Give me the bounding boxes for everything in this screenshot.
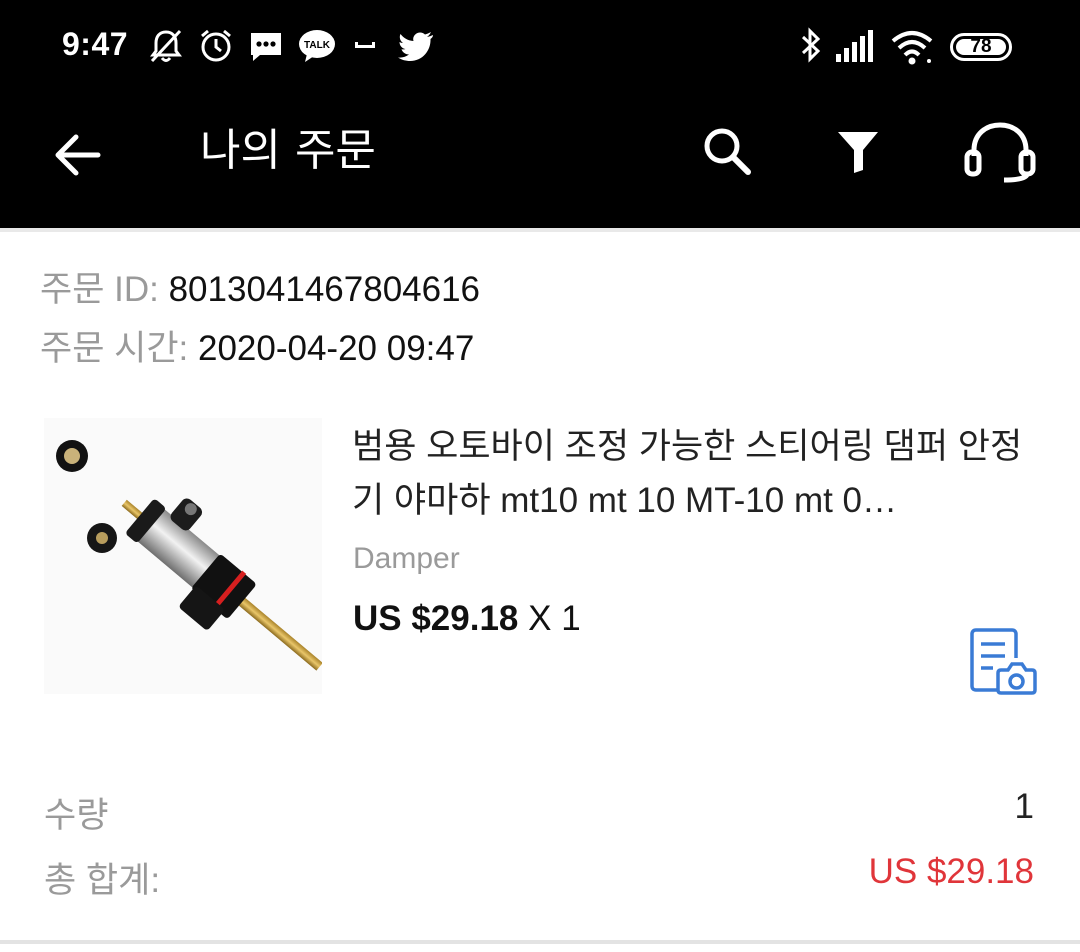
product-price: US $29.18 <box>353 599 519 638</box>
app-bar: 나의 주문 <box>0 95 1080 228</box>
kakaotalk-icon: TALK <box>299 30 335 62</box>
twitter-icon <box>398 32 433 61</box>
quantity-label: 수량 <box>44 796 109 835</box>
status-time: 9:47 <box>62 26 129 62</box>
product-price-row: US $29.18 X 1 <box>353 599 581 639</box>
receipt-camera-icon[interactable] <box>965 626 1039 698</box>
total-value: US $29.18 <box>868 852 1034 891</box>
filter-icon[interactable] <box>828 122 888 182</box>
search-icon[interactable] <box>698 122 758 182</box>
sms-icon <box>251 33 281 61</box>
quantity-value: 1 <box>1014 787 1034 826</box>
product-title[interactable]: 범용 오토바이 조정 가능한 스티어링 댐퍼 안정기 야마하 mt10 mt 1… <box>352 420 1032 528</box>
order-id-label: 주문 ID: <box>40 270 169 309</box>
product-image[interactable] <box>44 418 322 694</box>
divider <box>0 228 1080 232</box>
headset-icon[interactable] <box>960 120 1044 184</box>
battery-icon: 78 <box>950 33 1012 61</box>
signal-icon <box>836 30 873 62</box>
order-time-row: 주문 시간: 2020-04-20 09:47 <box>40 327 474 371</box>
status-bar: 9:47 TALK 78 <box>0 0 1080 95</box>
page-title: 나의 주문 <box>200 125 376 176</box>
order-id-row: 주문 ID: 8013041467804616 <box>40 268 480 312</box>
wifi-icon <box>891 31 933 65</box>
product-quantity: X 1 <box>518 599 581 638</box>
back-arrow-icon[interactable] <box>50 125 110 185</box>
battery-level: 78 <box>970 36 992 57</box>
alarm-icon <box>201 29 231 62</box>
mute-bell-icon <box>150 29 182 63</box>
kakaotalk-label: TALK <box>304 40 331 51</box>
order-time-label: 주문 시간: <box>40 329 198 368</box>
bluetooth-icon <box>801 27 821 63</box>
minus-icon <box>355 42 375 48</box>
product-variant: Damper <box>353 542 460 575</box>
divider <box>0 940 1080 944</box>
order-id-value: 8013041467804616 <box>168 270 481 309</box>
order-time-value: 2020-04-20 09:47 <box>197 329 475 368</box>
total-label: 총 합계: <box>44 861 161 900</box>
